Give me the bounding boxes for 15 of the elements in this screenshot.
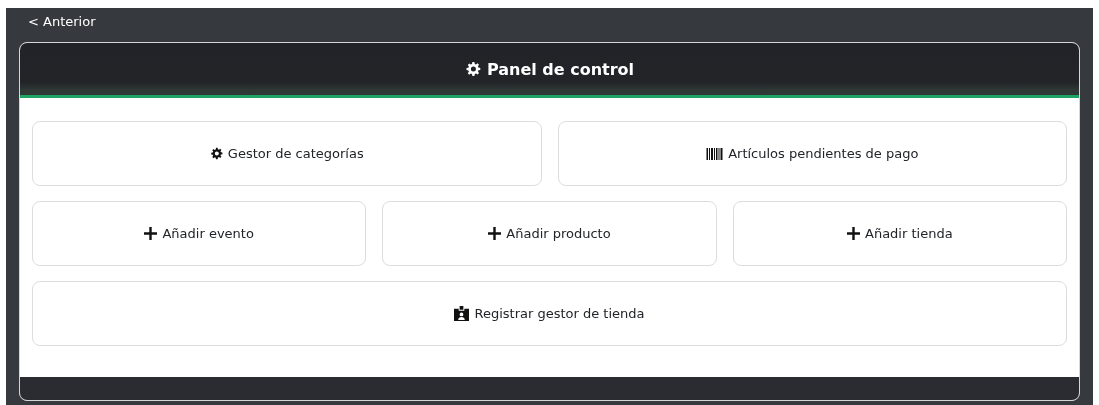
plus-icon	[488, 227, 502, 240]
id-badge-icon	[454, 306, 470, 321]
barcode-icon	[706, 147, 724, 160]
gear-icon	[209, 147, 223, 160]
panel-title: Panel de control	[486, 59, 635, 79]
back-link[interactable]: < Anterior	[19, 12, 96, 42]
plus-icon	[847, 227, 860, 240]
panel-button[interactable]: Artículos pendientes de pago	[557, 121, 1067, 186]
panel-button[interactable]: Registrar gestor de tienda	[32, 281, 1067, 346]
panel-button[interactable]: Añadir evento	[32, 201, 367, 266]
gear-icon	[464, 61, 481, 77]
panel-button[interactable]: Gestor de categorías	[32, 121, 542, 186]
plus-icon	[144, 227, 158, 240]
panel-button[interactable]: Añadir producto	[382, 201, 717, 266]
panel-button[interactable]: Añadir tienda	[732, 201, 1067, 266]
